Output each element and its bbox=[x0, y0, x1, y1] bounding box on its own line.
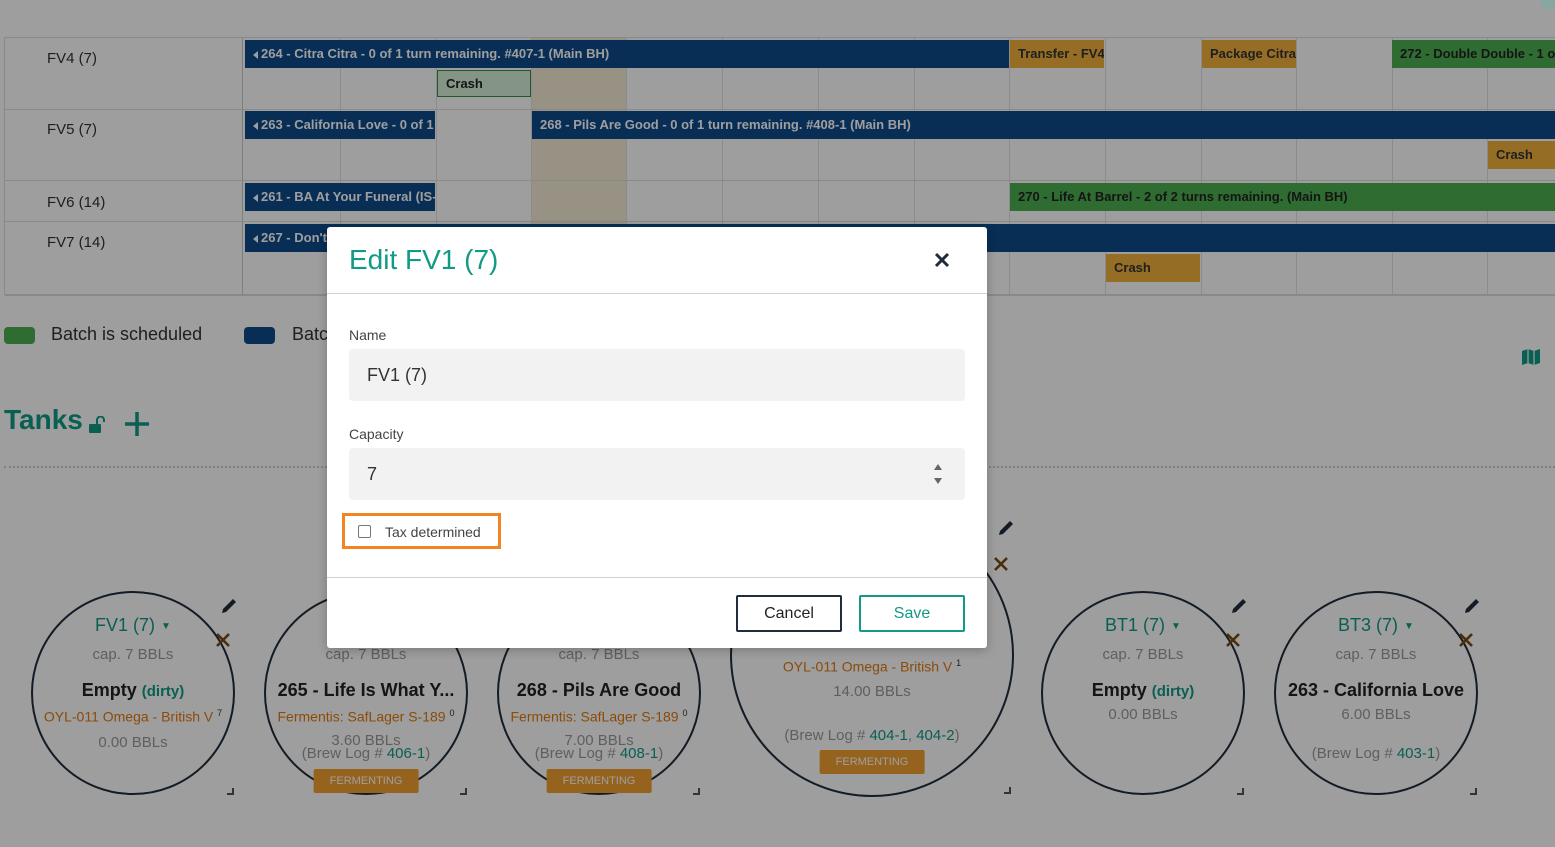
capacity-input[interactable] bbox=[349, 448, 965, 500]
dialog-header-divider bbox=[327, 293, 987, 294]
edit-tank-dialog: Edit FV1 (7) Name Capacity Tax determine… bbox=[327, 227, 987, 648]
tax-determined-checkbox[interactable] bbox=[358, 525, 371, 538]
capacity-label: Capacity bbox=[349, 426, 404, 442]
save-button[interactable]: Save bbox=[859, 595, 965, 632]
number-spinner-icon[interactable] bbox=[931, 460, 945, 488]
name-input[interactable] bbox=[349, 349, 965, 401]
dialog-footer-divider bbox=[327, 577, 987, 578]
tax-determined-label[interactable]: Tax determined bbox=[385, 524, 481, 540]
close-icon[interactable] bbox=[931, 249, 953, 271]
cancel-button[interactable]: Cancel bbox=[736, 595, 842, 632]
name-label: Name bbox=[349, 327, 387, 343]
dialog-title: Edit FV1 (7) bbox=[349, 244, 499, 275]
